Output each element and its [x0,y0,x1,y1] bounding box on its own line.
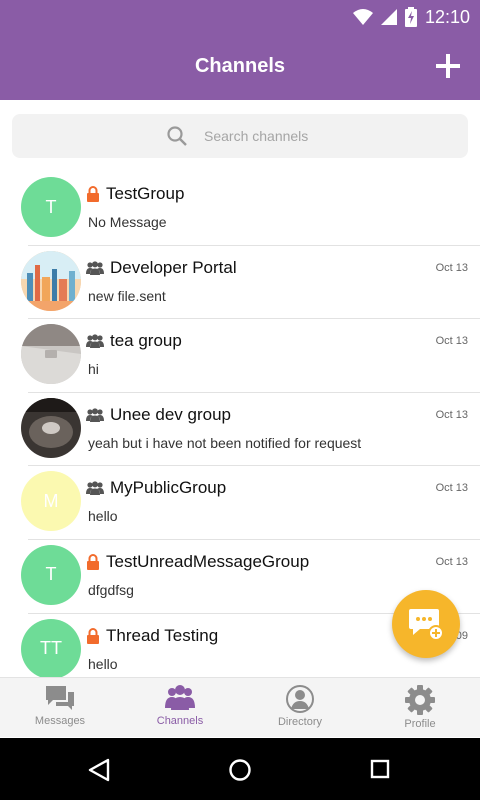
person-circle-icon [286,685,314,713]
list-item[interactable]: Unee dev group yeah but i have not been … [0,393,480,467]
list-item[interactable]: M MyPublicGroup hello Oct 13 [0,466,480,540]
group-icon [86,334,104,349]
last-message: hello [88,508,118,525]
avatar: M [21,471,81,532]
avatar [21,397,81,458]
clock: 12:10 [424,6,470,27]
avatar [21,250,81,311]
channel-name: Unee dev group [110,404,231,424]
tab-label: Profile [404,718,436,730]
message-date: Oct 13 [435,408,468,421]
home-icon[interactable] [228,758,252,782]
tab-channels[interactable]: Channels [120,678,240,737]
group-icon [86,260,104,275]
system-nav-bar [0,738,480,800]
search-icon [167,126,187,146]
message-date: Oct 13 [435,335,468,348]
wifi-icon [352,9,373,25]
avatar [21,324,81,385]
chat-bubbles-icon [46,686,74,710]
tab-label: Messages [34,715,86,727]
back-icon[interactable] [88,758,110,782]
avatar: TT [21,618,81,679]
app-bar: Channels [0,34,480,100]
bottom-tab-bar: Messages Channels Directory Profile [0,677,480,737]
group-icon [86,481,104,496]
new-chat-icon [409,609,444,641]
dark-photo-image [21,397,81,458]
city-photo-image [21,250,81,311]
last-message: yeah but i have not been notified for re… [88,434,362,451]
avatar: T [21,177,81,237]
message-date: Oct 13 [435,482,468,495]
channel-name: tea group [110,331,182,351]
last-message: hello [88,655,118,672]
last-message: hi [88,361,99,378]
message-date: Oct 13 [435,261,468,274]
search-input[interactable]: Search channels [12,114,468,158]
tab-messages[interactable]: Messages [0,678,120,737]
tab-label: Channels [156,715,204,727]
channel-name: MyPublicGroup [110,478,227,498]
channel-name: Developer Portal [110,257,237,277]
last-message: dfgdfsg [88,581,134,598]
tab-directory[interactable]: Directory [240,678,360,737]
plus-icon[interactable] [434,52,462,80]
last-message: new file.sent [88,287,166,304]
status-bar: 12:10 [0,0,480,34]
lock-icon [87,553,99,570]
list-item[interactable]: tea group hi Oct 13 [0,319,480,393]
desk-photo-image [21,324,81,385]
people-group-icon [165,685,195,710]
list-item[interactable]: Developer Portal new file.sent Oct 13 [0,246,480,320]
page-title: Channels [194,55,286,77]
tab-label: Directory [277,716,322,728]
cell-signal-icon [380,9,397,25]
list-item[interactable]: T TestGroup No Message [0,172,480,246]
group-icon [86,408,104,422]
avatar: T [21,544,81,605]
gear-icon [405,685,435,715]
channel-name: TestUnreadMessageGroup [106,551,310,571]
channel-name: TestGroup [106,184,185,203]
lock-icon [87,627,99,644]
channel-name: Thread Testing [106,625,219,645]
battery-charging-icon [404,7,417,27]
search-placeholder: Search channels [204,128,309,144]
new-chat-button[interactable] [392,590,460,658]
message-date: Oct 13 [435,555,468,568]
recents-icon[interactable] [370,758,390,780]
lock-icon [87,186,99,202]
last-message: No Message [88,214,167,230]
tab-profile[interactable]: Profile [360,678,480,737]
